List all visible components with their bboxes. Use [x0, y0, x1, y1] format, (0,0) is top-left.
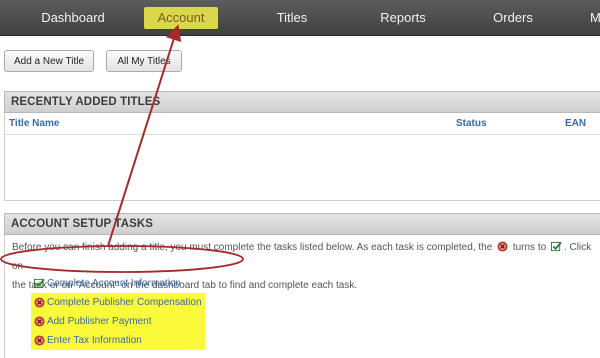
add-new-title-button[interactable]: Add a New Title: [4, 50, 94, 72]
table-header-divider: [5, 134, 600, 135]
nav-tab-titles[interactable]: Titles: [260, 0, 324, 35]
column-ean[interactable]: EAN: [565, 118, 586, 129]
task-label[interactable]: Add Publisher Payment: [47, 314, 152, 330]
column-status[interactable]: Status: [456, 118, 487, 129]
instructions-text-1: Before you can finish adding a title, yo…: [12, 242, 493, 253]
x-circle-icon: [34, 316, 45, 327]
nav-tab-dashboard[interactable]: Dashboard: [28, 0, 118, 35]
x-circle-icon: [34, 335, 45, 346]
x-circle-icon: [34, 297, 45, 308]
top-navigation: Dashboard Account Titles Reports Orders …: [0, 0, 600, 36]
nav-tab-orders[interactable]: Orders: [484, 0, 542, 35]
recently-added-titles-panel: [4, 113, 600, 201]
check-icon: [550, 241, 562, 252]
task-label[interactable]: Enter Tax Information: [47, 333, 142, 349]
column-title-name[interactable]: Title Name: [9, 118, 59, 129]
account-setup-tasks-header: ACCOUNT SETUP TASKS: [4, 213, 600, 235]
nav-tab-more[interactable]: M: [590, 0, 600, 35]
instructions-text-turns-to: turns to: [512, 242, 547, 253]
recently-added-titles-header: RECENTLY ADDED TITLES: [4, 91, 600, 113]
check-icon: [34, 278, 45, 289]
task-label[interactable]: Complete Account Information: [47, 276, 181, 292]
nav-tab-account[interactable]: Account: [144, 7, 218, 29]
x-circle-icon: [497, 241, 508, 252]
nav-tab-reports[interactable]: Reports: [370, 0, 436, 35]
all-my-titles-button[interactable]: All My Titles: [106, 50, 182, 72]
task-label[interactable]: Complete Publisher Compensation: [47, 295, 202, 311]
